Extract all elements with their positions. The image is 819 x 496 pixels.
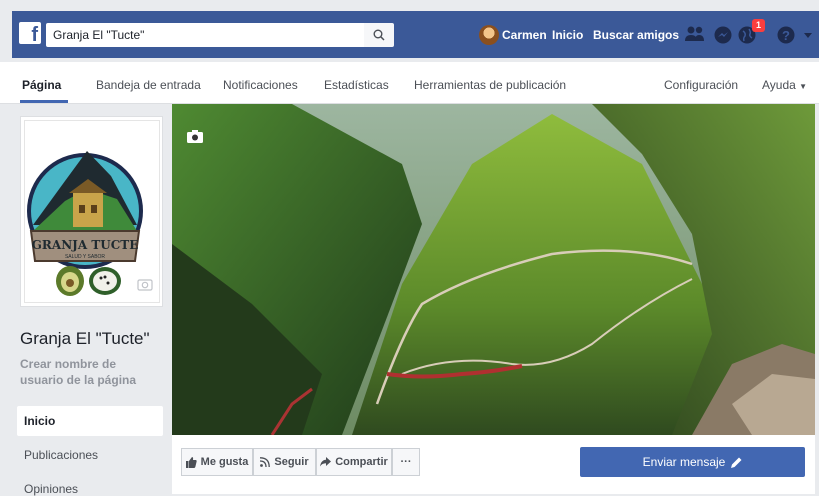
profile-picture[interactable]: GRANJA TUCTE SALUD Y SABOR [24,120,160,303]
logo-title: GRANJA TUCTE [32,238,139,252]
share-button[interactable]: Compartir [316,448,392,476]
cover-camera-icon[interactable] [186,129,204,144]
search-icon [373,29,385,41]
svg-text:?: ? [782,28,790,43]
like-button-label: Me gusta [200,456,249,468]
granja-tucte-logo: GRANJA TUCTE SALUD Y SABOR [27,151,143,296]
cover-photo[interactable] [172,104,815,435]
help-menu-label: Ayuda [762,78,796,92]
thumbs-up-icon [185,456,197,468]
caret-down-icon: ▼ [799,82,808,91]
search-button[interactable] [364,23,394,47]
user-avatar[interactable] [479,25,499,45]
tab-statistics[interactable]: Estadísticas [324,78,389,92]
help-icon[interactable]: ? [776,25,796,45]
settings-link[interactable]: Configuración [664,78,738,92]
tab-inbox[interactable]: Bandeja de entrada [96,78,201,92]
logo-subtitle: SALUD Y SABOR [65,254,105,260]
rss-feed-icon [260,457,271,467]
notification-badge: 1 [752,19,765,32]
send-message-label: Enviar mensaje [642,455,726,469]
find-friends-link[interactable]: Buscar amigos [593,28,679,42]
profile-link[interactable]: Carmen [502,28,547,42]
home-link[interactable]: Inicio [552,28,583,42]
follow-button-label: Seguir [274,456,309,468]
follow-button[interactable]: Seguir [253,448,316,476]
send-message-button[interactable]: Enviar mensaje [580,447,805,477]
more-options-button[interactable]: ··· [392,448,420,476]
search-input[interactable]: Granja El "Tucte" [46,23,364,47]
more-options-icon: ··· [400,456,412,468]
share-arrow-icon [320,457,332,467]
left-nav-item-publicaciones[interactable]: Publicaciones [24,448,98,462]
messenger-icon[interactable] [713,25,733,45]
tab-notifications[interactable]: Notificaciones [223,78,298,92]
tab-publishing-tools[interactable]: Herramientas de publicación [414,78,566,92]
cover-landscape-image [172,104,815,435]
friend-requests-icon[interactable] [684,25,706,43]
facebook-logo-icon[interactable]: f [19,22,41,44]
pencil-icon [731,457,742,468]
left-nav-item-inicio[interactable]: Inicio [17,406,163,436]
like-button[interactable]: Me gusta [181,448,253,476]
help-menu[interactable]: Ayuda ▼ [762,78,807,92]
chevron-down-icon[interactable] [803,32,813,39]
active-tab-indicator [20,100,68,103]
tab-pagina[interactable]: Página [22,78,61,92]
create-username-link[interactable]: Crear nombre de usuario de la página [20,356,160,388]
share-button-label: Compartir [335,456,388,468]
page-title: Granja El "Tucte" [20,329,150,348]
camera-icon[interactable] [137,277,153,291]
